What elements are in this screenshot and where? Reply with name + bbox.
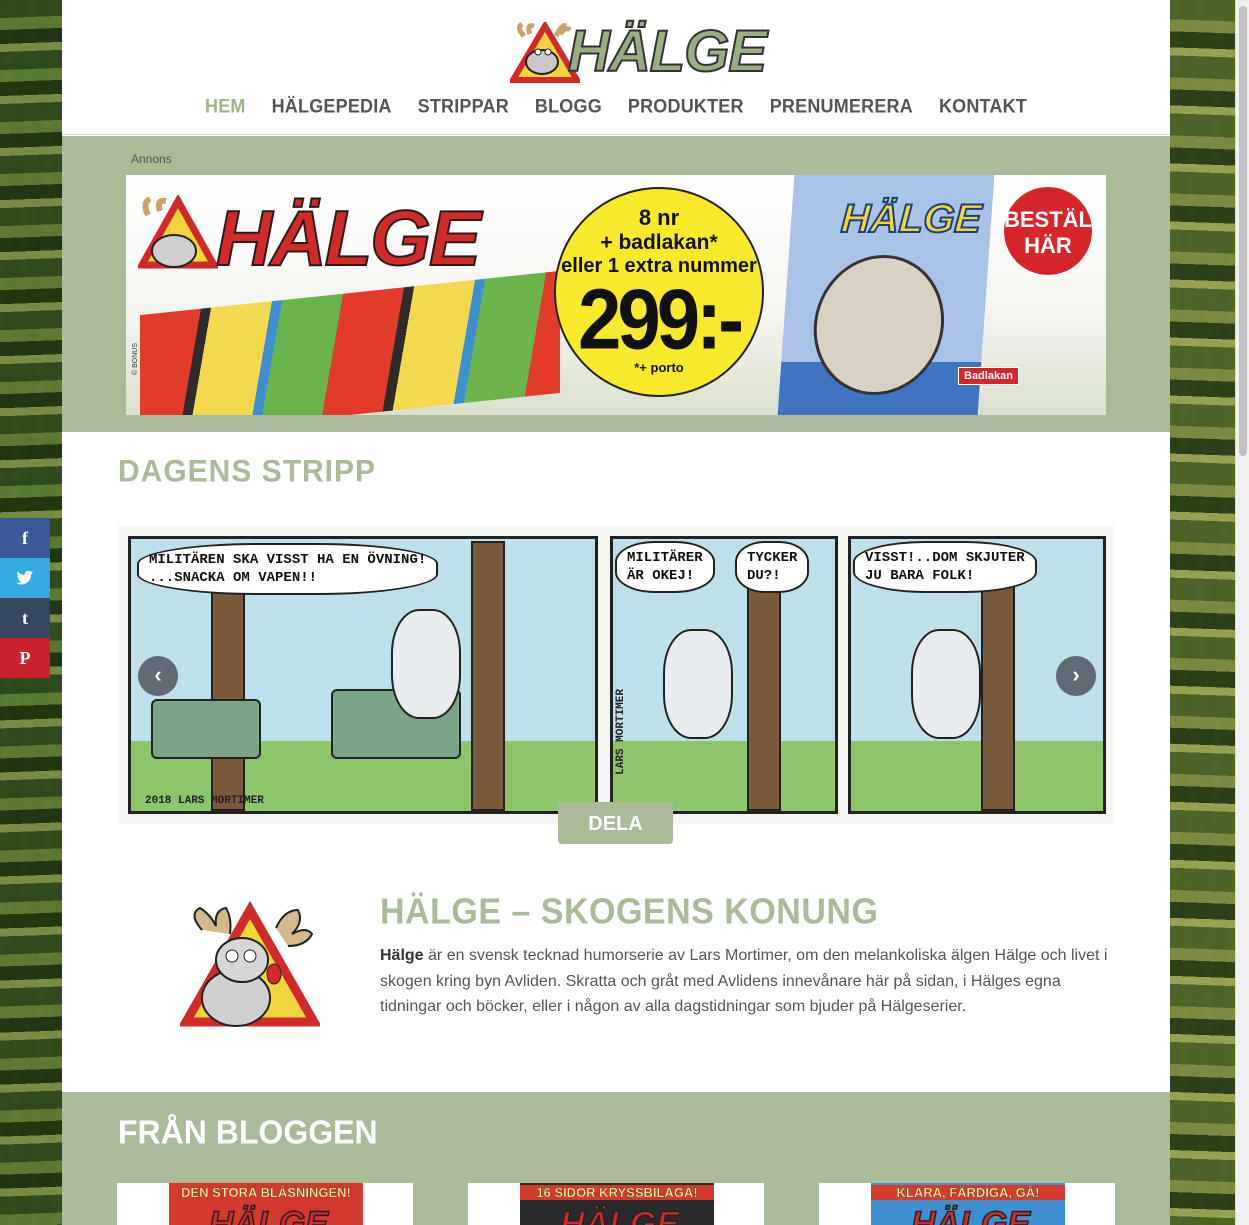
blog-cover-headline: DEN STORA BLÅSNINGEN! <box>181 1185 351 1200</box>
share-button[interactable]: DELA <box>558 802 673 844</box>
site-logo[interactable]: HÄLGE <box>510 18 768 90</box>
ad-price: 299:- <box>577 270 744 368</box>
moose-character <box>911 629 981 739</box>
tumblr-icon[interactable]: t <box>0 598 50 638</box>
ad-towel-text: HÄLGE <box>839 196 984 242</box>
nav-prenumerera[interactable]: PRENUMERERA <box>770 95 913 118</box>
logo-text: HÄLGE <box>567 18 768 85</box>
carousel-next-button[interactable]: › <box>1056 656 1096 696</box>
blog-cover-image: KLARA, FÄRDIGA, GÅ! HÄLGE <box>871 1183 1065 1225</box>
speech-bubble: TYCKER DU?! <box>735 541 810 593</box>
scrollbar[interactable] <box>1235 0 1249 1225</box>
about-lead: Hälge <box>380 947 424 964</box>
blog-cover-image: DEN STORA BLÅSNINGEN! HÄLGE <box>169 1183 363 1225</box>
comic-signature: 2018 LARS MORTIMER <box>145 795 264 807</box>
ad-magazine-covers <box>140 270 560 415</box>
order-line2: HÄR <box>1024 233 1072 258</box>
comic-panel-2: MILITÄRER ÄR OKEJ! TYCKER DU?! LARS MORT… <box>610 536 838 814</box>
panel-ground <box>613 741 835 811</box>
blog-section: FRÅN BLOGGEN DEN STORA BLÅSNINGEN! HÄLGE… <box>62 1092 1170 1225</box>
halge-moose-logo-icon <box>180 900 320 1027</box>
order-line1: BESTÄLL <box>1004 207 1106 232</box>
nav-halgepedia[interactable]: HÄLGEPEDIA <box>272 95 392 118</box>
nav-hem[interactable]: HEM <box>205 95 246 118</box>
nav-blogg[interactable]: BLOGG <box>535 95 602 118</box>
ad-towel-moose <box>809 255 949 395</box>
blog-cover-headline: 16 SIDOR KRYSSBILAGA! <box>520 1185 714 1200</box>
todays-strip-title: DAGENS STRIPP <box>118 454 377 489</box>
blog-card-2[interactable]: 16 SIDOR KRYSSBILAGA! HÄLGE <box>468 1183 764 1225</box>
blog-cover-logo: HÄLGE <box>910 1204 1031 1225</box>
facebook-icon[interactable]: f <box>0 518 50 558</box>
panel-tree <box>981 571 1015 811</box>
panel-tree <box>747 571 781 811</box>
scrollbar-thumb[interactable] <box>1239 6 1247 456</box>
blog-title: FRÅN BLOGGEN <box>118 1113 378 1151</box>
ad-price-burst: 8 nr + badlakan* eller 1 extra nummer 29… <box>554 187 764 397</box>
main-nav: HEM HÄLGEPEDIA STRIPPAR BLOGG PRODUKTER … <box>62 95 1170 118</box>
ad-offer-line2: + badlakan* <box>600 231 718 254</box>
ad-logo-text: HÄLGE <box>215 193 482 283</box>
nav-produkter[interactable]: PRODUKTER <box>628 95 744 118</box>
ad-offer-line1: 8 nr <box>638 205 680 230</box>
speech-bubble: MILITÄRER ÄR OKEJ! <box>615 541 715 593</box>
panel-tree <box>471 541 505 811</box>
blog-cover-logo: HÄLGE <box>559 1204 680 1225</box>
blog-cover-logo: HÄLGE <box>208 1204 329 1225</box>
ad-band: Annons HÄLGE © BONUS 8 nr + badlakan* el… <box>62 136 1170 432</box>
comic-strip-carousel[interactable]: MILITÄREN SKA VISST HA EN ÖVNING! ...SNA… <box>118 526 1114 824</box>
twitter-bird-icon <box>16 570 34 585</box>
blog-cover-headline: KLARA, FÄRDIGA, GÅ! <box>871 1185 1065 1200</box>
military-truck <box>151 699 261 759</box>
blog-cover-image: 16 SIDOR KRYSSBILAGA! HÄLGE <box>520 1183 714 1225</box>
speech-bubble: VISST!..DOM SKJUTER JU BARA FOLK! <box>853 541 1037 593</box>
panel-ground <box>851 741 1103 811</box>
ad-moose-icon <box>138 195 218 269</box>
about-text: Hälge är en svensk tecknad humorserie av… <box>380 943 1120 1020</box>
pinterest-icon[interactable]: P <box>0 638 50 678</box>
about-title: HÄLGE – SKOGENS KONUNG <box>380 892 879 932</box>
speech-bubble: MILITÄREN SKA VISST HA EN ÖVNING! ...SNA… <box>137 543 439 595</box>
blog-card-1[interactable]: DEN STORA BLÅSNINGEN! HÄLGE <box>117 1183 413 1225</box>
twitter-icon[interactable] <box>0 558 50 598</box>
badlakan-label: Badlakan <box>958 367 1019 385</box>
subscription-ad-banner[interactable]: HÄLGE © BONUS 8 nr + badlakan* eller 1 e… <box>126 175 1106 415</box>
comic-panel-1: MILITÄREN SKA VISST HA EN ÖVNING! ...SNA… <box>128 536 598 814</box>
blog-card-3[interactable]: KLARA, FÄRDIGA, GÅ! HÄLGE <box>819 1183 1115 1225</box>
about-body: är en svensk tecknad humorserie av Lars … <box>380 947 1108 1015</box>
moose-character <box>391 609 461 719</box>
ad-label: Annons <box>131 152 172 166</box>
comic-signature: LARS MORTIMER <box>615 689 627 775</box>
ad-copyright: © BONUS <box>132 343 139 375</box>
order-here-button[interactable]: BESTÄLL HÄR <box>1002 185 1106 277</box>
nav-strippar[interactable]: STRIPPAR <box>418 95 509 118</box>
site-header: HÄLGE HEM HÄLGEPEDIA STRIPPAR BLOGG PROD… <box>62 0 1170 135</box>
social-share-bar: f t P <box>0 518 50 678</box>
nav-kontakt[interactable]: KONTAKT <box>939 95 1027 118</box>
carousel-prev-button[interactable]: ‹ <box>138 656 178 696</box>
moose-character <box>663 629 733 739</box>
page: HÄLGE HEM HÄLGEPEDIA STRIPPAR BLOGG PROD… <box>62 0 1170 1225</box>
